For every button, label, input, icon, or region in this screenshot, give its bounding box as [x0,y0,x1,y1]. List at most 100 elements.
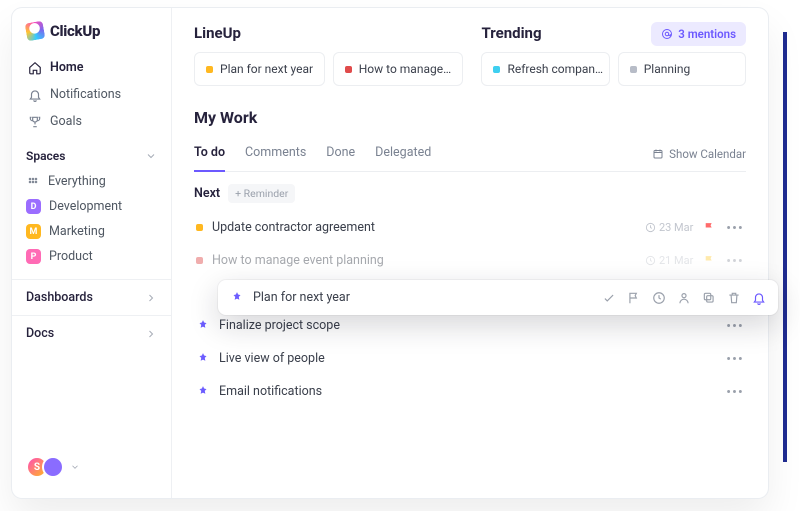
task-date: 21 Mar [645,254,693,267]
pointer-icon [196,352,210,366]
pointer-icon [196,385,210,399]
home-icon [28,61,42,75]
copy-icon[interactable] [702,291,716,305]
space-everything-label: Everything [48,174,106,189]
grid-icon [26,175,40,189]
pointer-icon [230,291,244,305]
card-label: Planning [644,62,691,76]
sidebar-dashboards[interactable]: Dashboards [12,279,171,315]
logo-icon [25,21,46,42]
calendar-icon [652,148,664,160]
more-icon[interactable]: ••• [726,221,744,235]
status-dot [345,66,352,73]
tab-comments[interactable]: Comments [245,137,306,172]
flag-icon[interactable] [703,254,716,267]
space-color-badge: D [26,199,41,214]
task-label: Live view of people [219,351,325,366]
space-item-product[interactable]: P Product [12,244,171,269]
tab-done[interactable]: Done [326,137,355,172]
next-row: Next + Reminder [194,184,746,203]
nav-goals[interactable]: Goals [20,108,163,135]
floating-task-label: Plan for next year [253,290,350,305]
mentions-pill[interactable]: 3 mentions [651,22,746,46]
lineup-title: LineUp [194,24,463,42]
user-icon[interactable] [677,291,691,305]
brand-name: ClickUp [50,22,100,40]
card-label: Refresh compan… [507,62,603,76]
nav-home[interactable]: Home [20,54,163,81]
lineup-column: LineUp Plan for next year How to manage… [194,24,463,86]
chevron-down-icon[interactable] [70,462,80,472]
space-item-label: Product [49,249,93,264]
sidebar-footer: S [12,446,171,488]
floating-actions [602,291,766,305]
accent-bar [783,32,787,462]
sidebar-dashboards-label: Dashboards [26,290,93,305]
primary-nav: Home Notifications Goals [12,54,171,135]
space-item-development[interactable]: D Development [12,194,171,219]
avatar[interactable] [42,456,64,478]
flag-icon[interactable] [627,291,641,305]
task-row[interactable]: Email notifications ••• [194,375,746,408]
task-date: 23 Mar [645,221,693,234]
space-everything[interactable]: Everything [12,169,171,194]
show-calendar-toggle[interactable]: Show Calendar [652,147,746,161]
space-item-label: Marketing [49,224,105,239]
more-icon[interactable]: ••• [726,385,744,399]
brand-logo[interactable]: ClickUp [12,22,171,54]
more-icon[interactable]: ••• [726,319,744,333]
status-dot [196,224,203,231]
nav-notifications[interactable]: Notifications [20,81,163,108]
trending-card[interactable]: Planning [618,52,746,86]
nav-notifications-label: Notifications [50,87,121,102]
task-label: Email notifications [219,384,322,399]
check-icon[interactable] [602,291,616,305]
trophy-icon [28,115,42,129]
task-row[interactable]: How to manage event planning 21 Mar ••• [194,244,746,277]
mywork-tabs: To do Comments Done Delegated Show Calen… [194,137,746,172]
tab-delegated[interactable]: Delegated [375,137,431,172]
status-dot [196,257,203,264]
lineup-card[interactable]: How to manage… [333,52,464,86]
task-label: Update contractor agreement [212,220,375,235]
task-row[interactable]: Live view of people ••• [194,342,746,375]
task-hover-card[interactable]: Plan for next year [218,280,778,315]
flag-icon[interactable] [703,221,716,234]
space-color-badge: P [26,249,41,264]
mywork-title: My Work [194,108,746,127]
chevron-down-icon [145,150,157,162]
spaces-header[interactable]: Spaces [12,135,171,169]
pointer-icon [196,319,210,333]
nav-home-label: Home [50,60,84,75]
lineup-card[interactable]: Plan for next year [194,52,325,86]
task-label: How to manage event planning [212,253,384,268]
mentions-label: 3 mentions [678,27,736,41]
sidebar-docs-label: Docs [26,326,54,341]
trash-icon[interactable] [727,291,741,305]
chevron-right-icon [145,292,157,304]
space-color-badge: M [26,224,41,239]
status-dot [493,66,500,73]
next-label: Next [194,186,220,201]
at-icon [661,28,673,40]
space-item-label: Development [49,199,122,214]
sidebar-docs[interactable]: Docs [12,315,171,351]
tab-todo[interactable]: To do [194,137,225,172]
add-reminder-chip[interactable]: + Reminder [228,184,295,203]
sidebar: ClickUp Home Notifications Goals [12,8,172,498]
task-label: Finalize project scope [219,318,340,333]
card-label: Plan for next year [220,62,313,76]
clock-icon [645,255,656,266]
chevron-right-icon [145,328,157,340]
more-icon[interactable]: ••• [726,352,744,366]
trending-card[interactable]: Refresh compan… [481,52,609,86]
bell-icon [28,88,42,102]
show-calendar-label: Show Calendar [669,147,746,161]
spaces-header-label: Spaces [26,149,65,163]
more-icon[interactable]: ••• [726,254,744,268]
status-dot [206,66,213,73]
clock-icon[interactable] [652,291,666,305]
bell-icon[interactable] [752,291,766,305]
space-item-marketing[interactable]: M Marketing [12,219,171,244]
task-row[interactable]: Update contractor agreement 23 Mar ••• [194,211,746,244]
